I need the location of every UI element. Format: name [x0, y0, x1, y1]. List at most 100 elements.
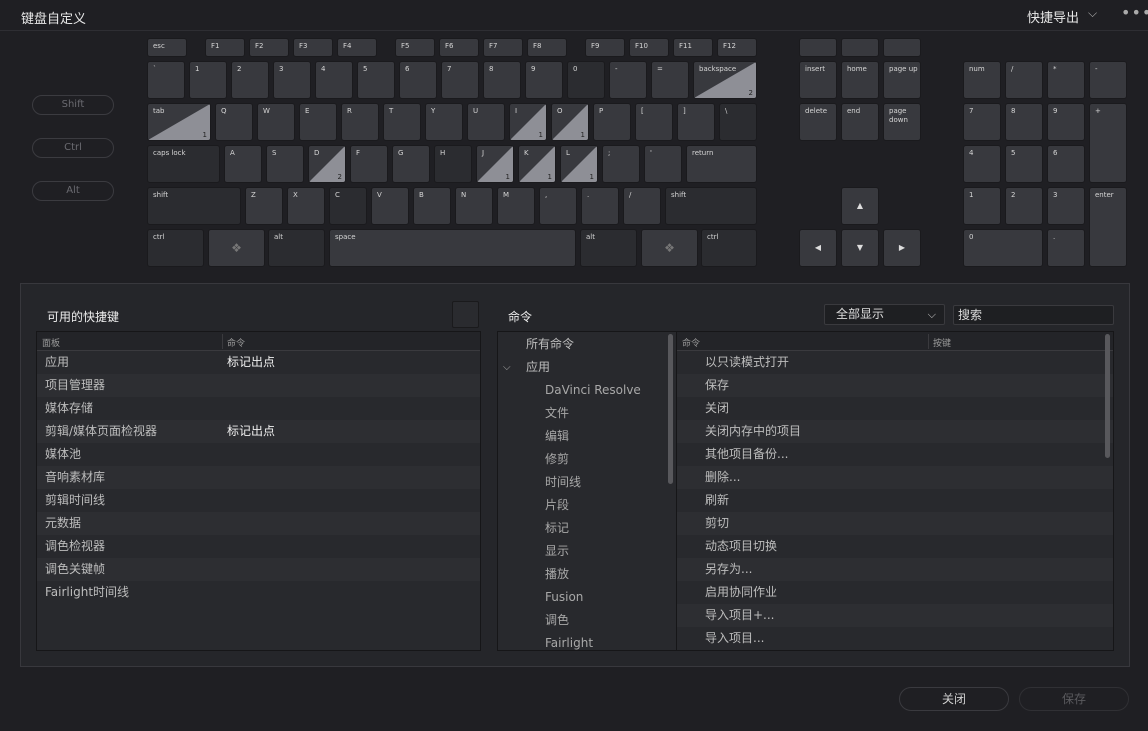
column-header-panel[interactable]: 面板 — [42, 336, 60, 349]
table-row[interactable]: 调色检视器 — [37, 535, 480, 558]
key-blank1[interactable] — [799, 38, 837, 57]
chevron-down-icon[interactable]: ⌵ — [1088, 6, 1097, 21]
key-pgdn[interactable]: page down — [883, 103, 921, 141]
key-f3[interactable]: F3 — [293, 38, 333, 57]
key-lshift[interactable]: shift — [147, 187, 241, 225]
key-kpdiv[interactable]: / — [1005, 61, 1043, 99]
key-n0[interactable]: 0 — [567, 61, 605, 99]
key-grave[interactable]: ` — [147, 61, 185, 99]
table-row[interactable]: 动态项目切换 — [677, 535, 1113, 558]
table-row[interactable]: 导入项目... — [677, 627, 1113, 650]
table-row[interactable]: 项目管理器 — [37, 374, 480, 397]
key-period[interactable]: . — [581, 187, 619, 225]
key-lwin[interactable]: ❖ — [208, 229, 265, 267]
tree-item[interactable]: ⌵ 应用 — [498, 356, 676, 379]
quick-export-button[interactable]: 快捷导出 — [1027, 7, 1079, 26]
key-d[interactable]: D2 — [308, 145, 346, 183]
key-insert[interactable]: insert — [799, 61, 837, 99]
key-t[interactable]: T — [383, 103, 421, 141]
key-kp8[interactable]: 8 — [1005, 103, 1043, 141]
table-row[interactable]: 关闭内存中的项目 — [677, 420, 1113, 443]
key-backspace[interactable]: backspace 2 — [693, 61, 757, 99]
key-delete[interactable]: delete — [799, 103, 837, 141]
modifier-alt-button[interactable]: Alt — [32, 181, 114, 201]
tree-item[interactable]: Fairlight — [498, 632, 676, 650]
table-row[interactable]: 应用 标记出点 — [37, 351, 480, 374]
table-row[interactable]: 保存 — [677, 374, 1113, 397]
key-alt[interactable]: alt — [268, 229, 325, 267]
key-f12[interactable]: F12 — [717, 38, 757, 57]
key-caps[interactable]: caps lock — [147, 145, 220, 183]
table-row[interactable]: Fairlight时间线 — [37, 581, 480, 604]
tree-item[interactable]: 标记 — [498, 517, 676, 540]
key-rwin[interactable]: ❖ — [641, 229, 698, 267]
table-row[interactable]: 音响素材库 — [37, 466, 480, 489]
table-row[interactable]: 调色关键帧 — [37, 558, 480, 581]
key-n2[interactable]: 2 — [231, 61, 269, 99]
save-button[interactable]: 保存 — [1019, 687, 1129, 711]
key-f[interactable]: F — [350, 145, 388, 183]
tree-item[interactable]: 修剪 — [498, 448, 676, 471]
key-blank2[interactable] — [841, 38, 879, 57]
key-pgup[interactable]: page up — [883, 61, 921, 99]
table-row[interactable]: 删除... — [677, 466, 1113, 489]
table-row[interactable]: 以只读模式打开 — [677, 351, 1113, 374]
filter-dropdown[interactable]: 全部显示 ⌵ — [824, 304, 945, 325]
table-row[interactable]: 启用协同作业 — [677, 581, 1113, 604]
column-header-command[interactable]: 命令 — [682, 336, 700, 349]
key-rshift[interactable]: shift — [665, 187, 757, 225]
key-f11[interactable]: F11 — [673, 38, 713, 57]
table-row[interactable]: 媒体池 — [37, 443, 480, 466]
key-f5[interactable]: F5 — [395, 38, 435, 57]
key-kp7[interactable]: 7 — [963, 103, 1001, 141]
key-quote[interactable]: ' — [644, 145, 682, 183]
key-blank3[interactable] — [883, 38, 921, 57]
key-up[interactable]: ▲ — [841, 187, 879, 225]
key-l[interactable]: L1 — [560, 145, 598, 183]
table-row[interactable]: 剪辑/媒体页面检视器 标记出点 — [37, 420, 480, 443]
table-row[interactable]: 剪辑时间线 — [37, 489, 480, 512]
table-row[interactable]: 元数据 — [37, 512, 480, 535]
key-f8[interactable]: F8 — [527, 38, 567, 57]
key-n4[interactable]: 4 — [315, 61, 353, 99]
tree-item[interactable]: 调色 — [498, 609, 676, 632]
key-q[interactable]: Q — [215, 103, 253, 141]
key-v[interactable]: V — [371, 187, 409, 225]
key-n7[interactable]: 7 — [441, 61, 479, 99]
table-row[interactable]: 媒体存储 — [37, 397, 480, 420]
tree-item[interactable]: 文件 — [498, 402, 676, 425]
modifier-ctrl-button[interactable]: Ctrl — [32, 138, 114, 158]
key-u[interactable]: U — [467, 103, 505, 141]
key-k[interactable]: K1 — [518, 145, 556, 183]
modifier-shift-button[interactable]: Shift — [32, 95, 114, 115]
key-esc[interactable]: esc — [147, 38, 187, 57]
tree-item[interactable]: 播放 — [498, 563, 676, 586]
column-header-keys[interactable]: 按键 — [933, 336, 951, 349]
key-x[interactable]: X — [287, 187, 325, 225]
key-semi[interactable]: ; — [602, 145, 640, 183]
search-input[interactable]: 搜索 — [953, 305, 1114, 325]
key-c[interactable]: C — [329, 187, 367, 225]
table-row[interactable]: 关闭 — [677, 397, 1113, 420]
key-kp2[interactable]: 2 — [1005, 187, 1043, 225]
key-rbr[interactable]: ] — [677, 103, 715, 141]
key-left[interactable]: ◀ — [799, 229, 837, 267]
key-g[interactable]: G — [392, 145, 430, 183]
key-comma[interactable]: , — [539, 187, 577, 225]
key-kp9[interactable]: 9 — [1047, 103, 1085, 141]
key-i[interactable]: I1 — [509, 103, 547, 141]
key-space[interactable]: space — [329, 229, 576, 267]
table-row[interactable]: 导入项目+... — [677, 604, 1113, 627]
key-n5[interactable]: 5 — [357, 61, 395, 99]
key-p[interactable]: P — [593, 103, 631, 141]
key-right[interactable]: ▶ — [883, 229, 921, 267]
key-n9[interactable]: 9 — [525, 61, 563, 99]
key-kp4[interactable]: 4 — [963, 145, 1001, 183]
chevron-down-icon[interactable]: ⌵ — [503, 356, 511, 379]
key-enter[interactable]: enter — [1089, 187, 1127, 267]
key-slash[interactable]: / — [623, 187, 661, 225]
key-y[interactable]: Y — [425, 103, 463, 141]
key-kp5[interactable]: 5 — [1005, 145, 1043, 183]
key-equal[interactable]: = — [651, 61, 689, 99]
key-f9[interactable]: F9 — [585, 38, 625, 57]
